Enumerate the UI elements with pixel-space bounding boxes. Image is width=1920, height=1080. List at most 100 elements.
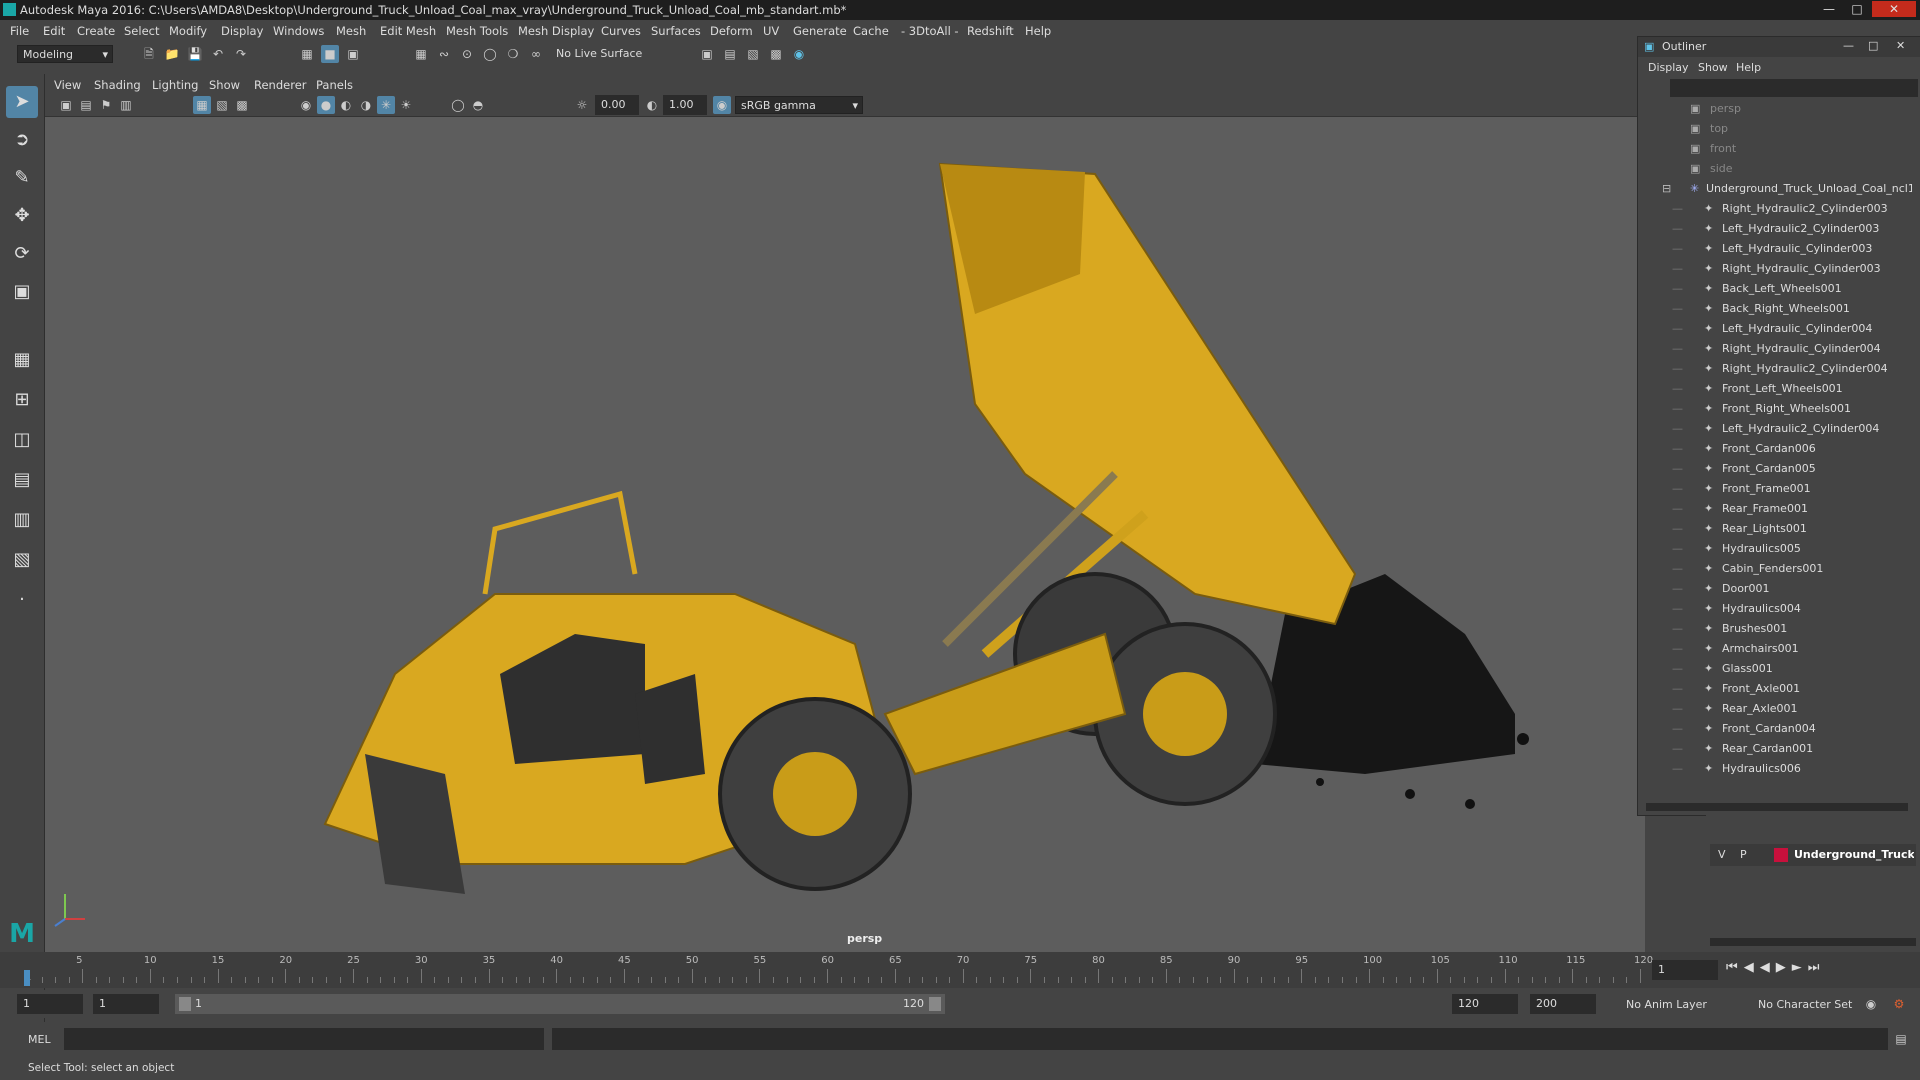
textured-icon[interactable]: ◑ xyxy=(357,96,375,114)
menu-surfaces[interactable]: Surfaces xyxy=(651,24,701,38)
snap-curve-icon[interactable]: ∾ xyxy=(435,45,453,63)
menu-uv[interactable]: UV xyxy=(763,24,779,38)
menu-mesh-display[interactable]: Mesh Display xyxy=(518,24,594,38)
collapse-icon[interactable]: ⊟ xyxy=(1662,179,1671,199)
outliner-camera-item[interactable]: ▣ side xyxy=(1642,159,1912,179)
outliner-menu-help[interactable]: Help xyxy=(1736,61,1761,74)
shadows-icon[interactable]: ☀ xyxy=(397,96,415,114)
outliner-search-field[interactable] xyxy=(1670,79,1918,97)
scale-tool-icon[interactable]: ▣ xyxy=(6,276,38,308)
exposure-icon[interactable]: ☼ xyxy=(573,96,591,114)
bookmark-icon[interactable]: ⚑ xyxy=(97,96,115,114)
vp-menu-shading[interactable]: Shading xyxy=(94,78,141,92)
menu-select[interactable]: Select xyxy=(124,24,159,38)
default-material-icon[interactable]: ◐ xyxy=(337,96,355,114)
render-view-icon[interactable]: ◉ xyxy=(790,45,808,63)
render-settings-icon[interactable]: ▧ xyxy=(744,45,762,63)
isolate-select-icon[interactable]: ◓ xyxy=(469,96,487,114)
open-scene-icon[interactable]: 📁 xyxy=(163,45,181,63)
close-button[interactable]: ✕ xyxy=(1872,1,1916,17)
outliner-item[interactable]: — ✦ Armchairs001 xyxy=(1642,639,1912,659)
render-frame-icon[interactable]: ▣ xyxy=(698,45,716,63)
redo-icon[interactable]: ↷ xyxy=(232,45,250,63)
grid-icon[interactable]: ▦ xyxy=(193,96,211,114)
outliner-minimize-button[interactable]: — xyxy=(1843,39,1854,52)
maximize-button[interactable]: □ xyxy=(1844,1,1870,17)
range-end-handle[interactable] xyxy=(929,997,941,1011)
outliner-item[interactable]: — ✦ Left_Hydraulic_Cylinder004 xyxy=(1642,319,1912,339)
outliner-item[interactable]: — ✦ Front_Cardan006 xyxy=(1642,439,1912,459)
playback-controls[interactable]: ⏮◀◀▶►⏭ xyxy=(1726,960,1916,980)
current-frame-field[interactable]: 1 xyxy=(1652,960,1718,980)
select-by-component-icon[interactable]: ▣ xyxy=(344,45,362,63)
outliner-menu-display[interactable]: Display xyxy=(1648,61,1689,74)
outliner-item[interactable]: — ✦ Cabin_Fenders001 xyxy=(1642,559,1912,579)
menu-mesh-tools[interactable]: Mesh Tools xyxy=(446,24,508,38)
menu-create[interactable]: Create xyxy=(77,24,115,38)
vp-menu-show[interactable]: Show xyxy=(209,78,240,92)
outliner-item[interactable]: — ✦ Left_Hydraulic2_Cylinder003 xyxy=(1642,219,1912,239)
select-by-object-icon[interactable]: ■ xyxy=(321,45,339,63)
graph-layout-icon[interactable]: ▥ xyxy=(6,504,38,536)
range-bar[interactable]: 1 120 xyxy=(175,994,945,1014)
outliner-item[interactable]: — ✦ Hydraulics004 xyxy=(1642,599,1912,619)
more-layouts-icon[interactable]: · xyxy=(6,584,38,616)
paint-select-icon[interactable]: ✎ xyxy=(6,162,38,194)
use-all-lights-icon[interactable]: ✳ xyxy=(377,96,395,114)
outliner-camera-item[interactable]: ▣ top xyxy=(1642,119,1912,139)
outliner-layout-icon[interactable]: ▤ xyxy=(6,464,38,496)
snap-point-icon[interactable]: ⊙ xyxy=(458,45,476,63)
outliner-maximize-button[interactable]: □ xyxy=(1868,39,1878,52)
outliner-scrollbar[interactable] xyxy=(1646,803,1908,811)
image-plane-icon[interactable]: ▥ xyxy=(117,96,135,114)
layer-name[interactable]: Underground_Truck_U xyxy=(1794,848,1914,861)
outliner-item[interactable]: — ✦ Rear_Axle001 xyxy=(1642,699,1912,719)
layer-row[interactable]: V P Underground_Truck_U xyxy=(1710,844,1916,866)
snap-together-icon[interactable]: ∞ xyxy=(527,45,545,63)
menu-redshift[interactable]: Redshift xyxy=(967,24,1014,38)
mode-dropdown[interactable]: Modeling ▾ xyxy=(17,45,113,63)
two-pane-icon[interactable]: ◫ xyxy=(6,424,38,456)
vp-menu-view[interactable]: View xyxy=(54,78,81,92)
outliner-item[interactable]: — ✦ Front_Frame001 xyxy=(1642,479,1912,499)
outliner-item[interactable]: — ✦ Back_Left_Wheels001 xyxy=(1642,279,1912,299)
menu-generate[interactable]: Generate xyxy=(793,24,847,38)
hypershade-icon[interactable]: ▩ xyxy=(767,45,785,63)
outliner-item[interactable]: — ✦ Glass001 xyxy=(1642,659,1912,679)
command-input[interactable] xyxy=(64,1028,544,1050)
layer-color-swatch[interactable] xyxy=(1774,848,1788,862)
current-time-marker[interactable] xyxy=(24,970,30,986)
outliner-item[interactable]: — ✦ Back_Right_Wheels001 xyxy=(1642,299,1912,319)
outliner-item[interactable]: — ✦ Right_Hydraulic_Cylinder004 xyxy=(1642,339,1912,359)
script-editor-icon[interactable]: ▤ xyxy=(1892,1030,1910,1048)
menu-cache[interactable]: Cache xyxy=(853,24,889,38)
save-scene-icon[interactable]: 💾 xyxy=(186,45,204,63)
viewport-persp[interactable]: persp xyxy=(45,74,1645,952)
layer-playback[interactable]: P xyxy=(1740,848,1747,861)
layer-visibility[interactable]: V xyxy=(1718,848,1726,861)
menu-windows[interactable]: Windows xyxy=(273,24,324,38)
anim-layer-dropdown[interactable]: No Anim Layer xyxy=(1626,998,1707,1011)
character-set-dropdown[interactable]: No Character Set xyxy=(1758,998,1852,1011)
animation-prefs-icon[interactable]: ⚙ xyxy=(1890,995,1908,1013)
snap-view-plane-icon[interactable]: ◯ xyxy=(481,45,499,63)
menu-help[interactable]: Help xyxy=(1025,24,1051,38)
outliner-root-item[interactable]: ⊟ ✳ Underground_Truck_Unload_Coal_ncl1_ xyxy=(1642,179,1912,199)
outliner-close-button[interactable]: ✕ xyxy=(1896,39,1905,52)
move-tool-icon[interactable]: ✥ xyxy=(6,200,38,232)
vp-menu-lighting[interactable]: Lighting xyxy=(152,78,198,92)
select-tool-icon[interactable]: ➤ xyxy=(6,86,38,118)
outliner-menu-show[interactable]: Show xyxy=(1698,61,1728,74)
gamma-field[interactable]: 1.00 xyxy=(663,95,707,115)
select-by-hierarchy-icon[interactable]: ▦ xyxy=(298,45,316,63)
outliner-item[interactable]: — ✦ Rear_Frame001 xyxy=(1642,499,1912,519)
color-space-dropdown[interactable]: sRGB gamma ▾ xyxy=(735,96,863,114)
menu-3dtoall[interactable]: - 3DtoAll - xyxy=(901,24,959,38)
outliner-item[interactable]: — ✦ Right_Hydraulic2_Cylinder003 xyxy=(1642,199,1912,219)
persp-outliner-icon[interactable]: ▧ xyxy=(6,544,38,576)
menu-curves[interactable]: Curves xyxy=(601,24,641,38)
command-language-label[interactable]: MEL xyxy=(28,1033,51,1046)
outliner-item[interactable]: — ✦ Front_Axle001 xyxy=(1642,679,1912,699)
playback-start-field[interactable]: 1 xyxy=(93,994,159,1014)
exposure-field[interactable]: 0.00 xyxy=(595,95,639,115)
